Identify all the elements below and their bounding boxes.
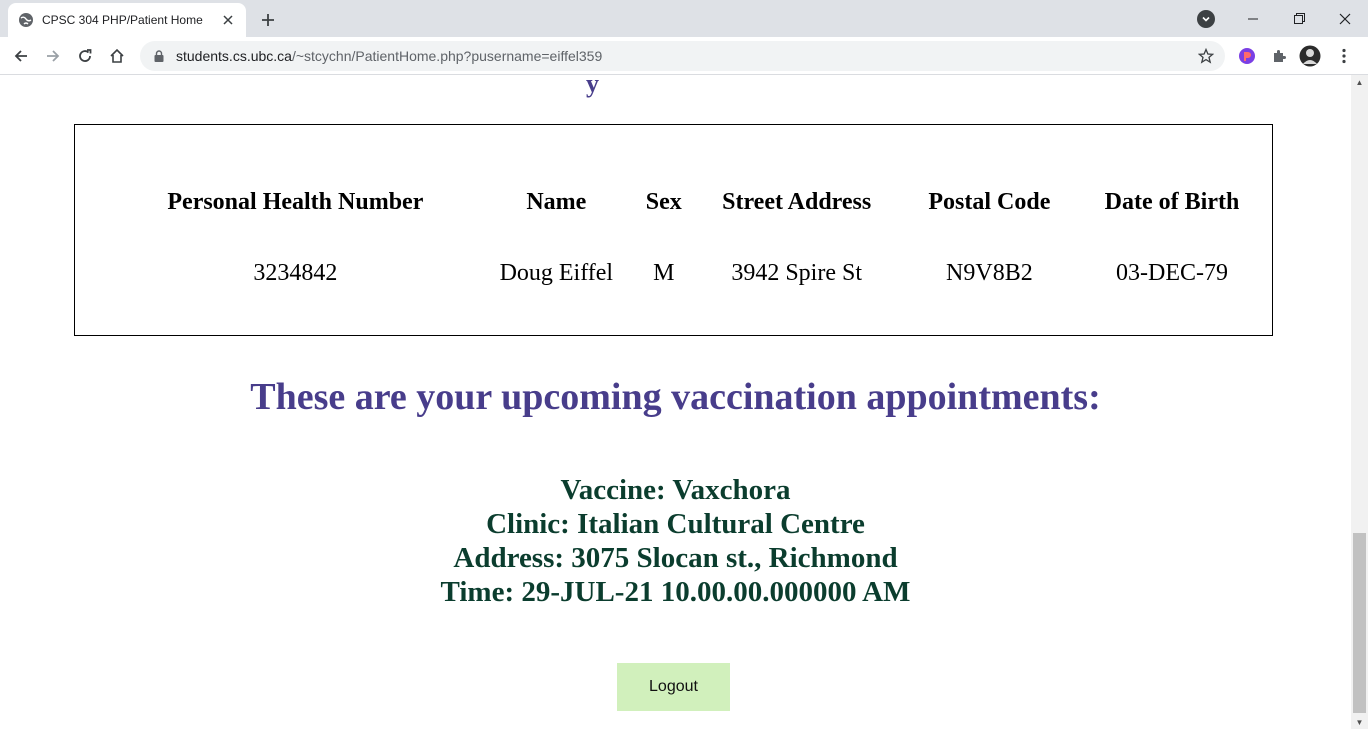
scrollbar-thumb[interactable]	[1353, 533, 1366, 713]
restore-icon[interactable]	[1276, 0, 1322, 37]
plus-icon[interactable]	[256, 8, 280, 32]
appointment-address: Address: 3075 Slocan st., Richmond	[453, 542, 898, 574]
home-icon[interactable]	[103, 42, 131, 70]
appointment-vaccine: Vaccine: Vaxchora	[560, 474, 791, 506]
header-name: Name	[526, 188, 587, 215]
clipped-heading-fragment: y	[586, 75, 599, 98]
close-icon[interactable]	[220, 12, 236, 28]
page-scrollbar[interactable]: ▲ ▼	[1351, 75, 1368, 729]
window-close-icon[interactable]	[1322, 0, 1368, 37]
cell-sex: M	[653, 259, 675, 286]
reload-icon[interactable]	[71, 42, 99, 70]
cell-street-address: 3942 Spire St	[731, 259, 862, 286]
url-path: /~stcychn/PatientHome.php?pusername=eiff…	[291, 48, 603, 64]
arrow-right-icon[interactable]	[39, 42, 67, 70]
appointment-details: Vaccine: Vaxchora Clinic: Italian Cultur…	[0, 473, 1351, 609]
header-street-address: Street Address	[722, 188, 872, 215]
header-phn: Personal Health Number	[167, 188, 424, 215]
menu-kebab-icon[interactable]	[1333, 45, 1355, 67]
table-row: 3234842 Doug Eiffel M 3942 Spire St N9V8…	[119, 227, 1272, 319]
url-text: students.cs.ubc.ca/~stcychn/PatientHome.…	[176, 48, 602, 64]
puzzle-icon[interactable]	[1268, 45, 1290, 67]
browser-toolbar: students.cs.ubc.ca/~stcychn/PatientHome.…	[0, 37, 1368, 75]
browser-tab-strip: CPSC 304 PHP/Patient Home	[0, 0, 1368, 37]
header-postal-code: Postal Code	[928, 188, 1051, 215]
page-viewport: y Personal Health Number Name Sex Street…	[0, 75, 1351, 729]
lock-icon[interactable]	[152, 49, 166, 63]
patient-info-box: Personal Health Number Name Sex Street A…	[74, 124, 1273, 336]
address-bar[interactable]: students.cs.ubc.ca/~stcychn/PatientHome.…	[140, 41, 1225, 71]
globe-icon	[18, 12, 34, 28]
scroll-down-icon[interactable]: ▼	[1351, 715, 1368, 729]
star-icon[interactable]	[1197, 47, 1215, 65]
appointment-clinic: Clinic: Italian Cultural Centre	[486, 508, 865, 540]
tab-title: CPSC 304 PHP/Patient Home	[42, 13, 203, 27]
header-sex: Sex	[645, 188, 682, 215]
cell-postal-code: N9V8B2	[946, 259, 1033, 286]
minimize-icon[interactable]	[1230, 0, 1276, 37]
upcoming-appointments-heading: These are your upcoming vaccination appo…	[250, 376, 1101, 418]
avatar[interactable]	[1299, 45, 1321, 67]
extension-icon[interactable]	[1236, 45, 1258, 67]
browser-tab[interactable]: CPSC 304 PHP/Patient Home	[8, 3, 246, 37]
cell-phn: 3234842	[253, 259, 338, 286]
arrow-left-icon[interactable]	[7, 42, 35, 70]
table-header-row: Personal Health Number Name Sex Street A…	[119, 177, 1272, 227]
patient-table: Personal Health Number Name Sex Street A…	[119, 177, 1272, 319]
window-controls	[1230, 0, 1368, 37]
cell-date-of-birth: 03-DEC-79	[1116, 259, 1228, 286]
tab-search-icon[interactable]	[1197, 10, 1215, 28]
logout-button[interactable]: Logout	[617, 663, 730, 711]
url-host: students.cs.ubc.ca	[176, 48, 292, 64]
scroll-up-icon[interactable]: ▲	[1351, 75, 1368, 89]
header-date-of-birth: Date of Birth	[1104, 188, 1240, 215]
cell-name: Doug Eiffel	[499, 259, 614, 286]
appointment-time: Time: 29-JUL-21 10.00.00.000000 AM	[440, 576, 911, 608]
